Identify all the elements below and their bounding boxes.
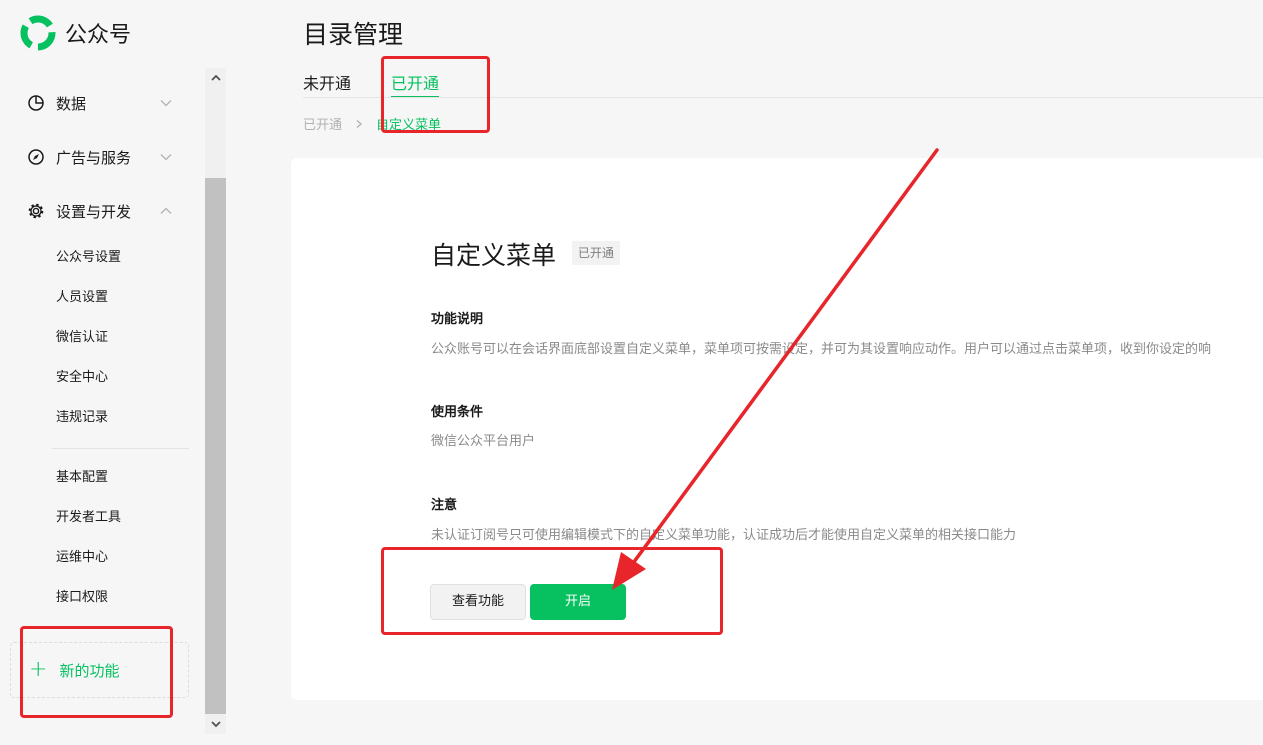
tab-enabled[interactable]: 已开通 bbox=[391, 70, 439, 94]
section-text-conditions: 微信公众平台用户 bbox=[431, 434, 536, 449]
status-badge: 已开通 bbox=[572, 241, 621, 265]
sidebar-item-security-center[interactable]: 安全中心 bbox=[56, 368, 108, 388]
nav-group-settings-dev[interactable]: 设置与开发 bbox=[27, 196, 177, 226]
sidebar-item-basic-config[interactable]: 基本配置 bbox=[56, 468, 108, 488]
section-title-note: 注意 bbox=[431, 498, 458, 513]
nav-group-ads-services[interactable]: 广告与服务 bbox=[27, 142, 177, 172]
breadcrumb: 已开通 自定义菜单 bbox=[303, 114, 441, 133]
breadcrumb-item-enabled[interactable]: 已开通 bbox=[303, 114, 342, 133]
feature-card: 自定义菜单 已开通 功能说明 公众账号可以在会话界面底部设置自定义菜单，菜单项可… bbox=[291, 158, 1263, 700]
nav-group-label: 设置与开发 bbox=[56, 202, 132, 221]
tab-bar-divider bbox=[303, 97, 1263, 98]
scrollbar-thumb[interactable] bbox=[205, 178, 226, 714]
nav-group-label: 数据 bbox=[56, 94, 87, 113]
sidebar-item-api-permissions[interactable]: 接口权限 bbox=[56, 588, 108, 608]
tab-not-enabled[interactable]: 未开通 bbox=[303, 70, 351, 94]
chevron-down-icon bbox=[159, 96, 173, 110]
brand-name: 公众号 bbox=[65, 23, 132, 48]
pie-chart-icon bbox=[27, 94, 45, 112]
chevron-up-icon bbox=[159, 204, 173, 218]
sidebar-item-wechat-verification[interactable]: 微信认证 bbox=[56, 328, 108, 348]
feature-title: 自定义菜单 bbox=[431, 241, 557, 270]
section-text-description: 公众账号可以在会话界面底部设置自定义菜单，菜单项可按需设定，并可为其设置响应动作… bbox=[431, 342, 1212, 357]
sidebar-divider bbox=[52, 448, 189, 449]
chevron-right-icon bbox=[354, 119, 364, 129]
sidebar-item-ops-center[interactable]: 运维中心 bbox=[56, 548, 108, 568]
chevron-down-icon bbox=[159, 150, 173, 164]
gear-icon bbox=[27, 202, 45, 220]
brand-logo[interactable]: 公众号 bbox=[20, 15, 131, 51]
sidebar-item-account-settings[interactable]: 公众号设置 bbox=[56, 248, 121, 268]
section-text-note: 未认证订阅号只可使用编辑模式下的自定义菜单功能，认证成功后才能使用自定义菜单的相… bbox=[431, 528, 1017, 543]
sidebar: 公众号 数据 广告与服务 设置与开发 公众号设置 人员设置 微信认证 安全中心 … bbox=[0, 0, 226, 745]
compass-icon bbox=[27, 148, 45, 166]
section-title-description: 功能说明 bbox=[431, 312, 484, 327]
breadcrumb-item-custom-menu: 自定义菜单 bbox=[376, 118, 442, 133]
nav-group-data[interactable]: 数据 bbox=[27, 88, 177, 118]
sidebar-item-violation-records[interactable]: 违规记录 bbox=[56, 408, 108, 428]
sidebar-scrollbar[interactable] bbox=[205, 68, 226, 734]
page-title: 目录管理 bbox=[303, 20, 404, 49]
section-title-conditions: 使用条件 bbox=[431, 405, 484, 420]
new-feature-label: 新的功能 bbox=[59, 661, 120, 680]
sidebar-item-staff-settings[interactable]: 人员设置 bbox=[56, 288, 108, 308]
scroll-down-arrow-icon[interactable] bbox=[205, 714, 226, 734]
plus-icon: + bbox=[29, 657, 48, 682]
new-feature-button[interactable]: + 新的功能 bbox=[10, 642, 189, 698]
nav-group-label: 广告与服务 bbox=[56, 148, 132, 167]
sidebar-item-developer-tools[interactable]: 开发者工具 bbox=[56, 508, 121, 528]
view-feature-button[interactable]: 查看功能 bbox=[430, 584, 526, 620]
wechat-official-account-logo-icon bbox=[20, 15, 56, 51]
enable-button[interactable]: 开启 bbox=[530, 584, 626, 620]
scroll-up-arrow-icon[interactable] bbox=[205, 68, 226, 88]
